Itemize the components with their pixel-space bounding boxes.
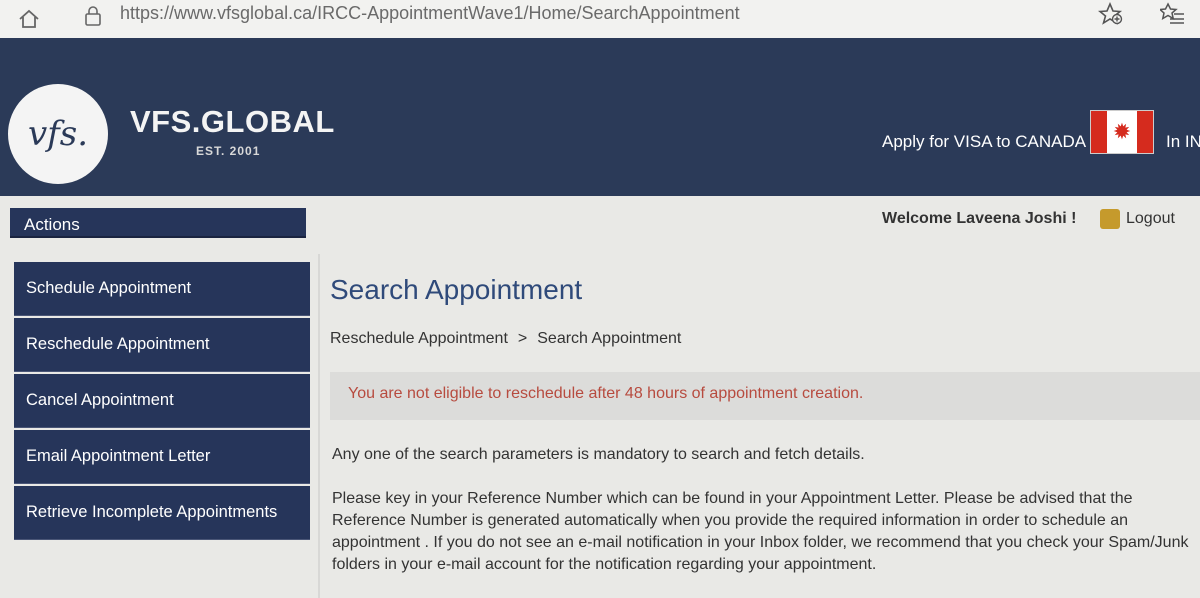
error-alert: You are not eligible to reschedule after… <box>330 372 1200 420</box>
content-divider <box>318 254 320 598</box>
site-header: vfs. VFS.GLOBAL EST. 2001 Apply for VISA… <box>0 38 1200 196</box>
actions-title: Actions <box>24 215 80 234</box>
page-title: Search Appointment <box>330 274 583 305</box>
breadcrumb: Reschedule Appointment > Search Appointmen… <box>330 330 681 348</box>
home-icon[interactable] <box>18 9 40 29</box>
lock-icon[interactable] <box>84 5 102 27</box>
sidebar-item-schedule-appointment[interactable]: Schedule Appointment <box>14 262 310 316</box>
brand-established: EST. 2001 <box>196 144 261 158</box>
welcome-message: Welcome Laveena Joshi ! <box>882 210 1077 227</box>
sidebar-item-cancel-appointment[interactable]: Cancel Appointment <box>14 374 310 428</box>
browser-bar: https://www.vfsglobal.ca/IRCC-Appointmen… <box>0 0 1200 39</box>
canada-flag-icon: ✹ <box>1090 110 1154 154</box>
sidebar-menu: Schedule Appointment Reschedule Appointm… <box>14 262 310 542</box>
logo-text: vfs. <box>27 114 89 154</box>
sidebar-item-reschedule-appointment[interactable]: Reschedule Appointment <box>14 318 310 372</box>
error-alert-text: You are not eligible to reschedule after… <box>348 385 864 402</box>
breadcrumb-parent[interactable]: Reschedule Appointment <box>330 330 508 347</box>
mandatory-notice: Any one of the search parameters is mand… <box>332 446 865 463</box>
vfs-logo[interactable]: vfs. <box>8 84 108 184</box>
power-icon[interactable] <box>1100 209 1120 229</box>
breadcrumb-current: Search Appointment <box>537 330 682 347</box>
brand-name: VFS.GLOBAL <box>130 104 335 139</box>
add-favorite-icon[interactable] <box>1098 2 1124 26</box>
favorites-list-icon[interactable] <box>1160 2 1186 26</box>
breadcrumb-separator: > <box>517 330 528 347</box>
logout-link[interactable]: Logout <box>1126 210 1175 228</box>
apply-visa-text: Apply for VISA to CANADA <box>882 132 1087 151</box>
actions-header: Actions <box>10 208 306 238</box>
language-selector[interactable]: In IN <box>1166 132 1200 152</box>
sidebar-item-retrieve-incomplete[interactable]: Retrieve Incomplete Appointments <box>14 486 310 540</box>
sidebar-item-email-appointment-letter[interactable]: Email Appointment Letter <box>14 430 310 484</box>
reference-number-info: Please key in your Reference Number whic… <box>332 490 1189 573</box>
url-bar[interactable]: https://www.vfsglobal.ca/IRCC-Appointmen… <box>120 3 740 24</box>
